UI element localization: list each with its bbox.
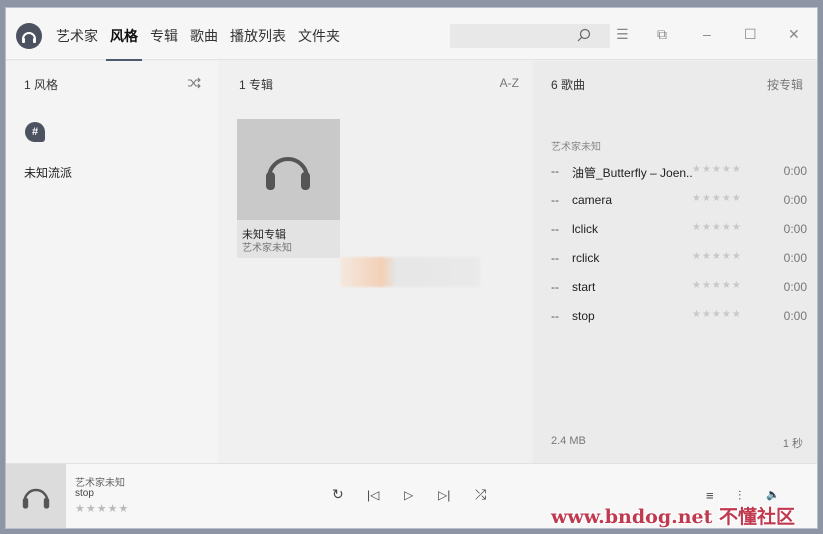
- total-size: 2.4 MB: [551, 435, 586, 447]
- tab-genres[interactable]: 风格: [106, 26, 142, 61]
- song-row[interactable]: -- lclick ★★★★★ 0:00: [551, 216, 807, 245]
- next-button[interactable]: ▷|: [438, 488, 450, 502]
- queue-icon[interactable]: ≡: [706, 488, 714, 503]
- song-title: stop: [572, 309, 595, 323]
- rating-stars[interactable]: ★★★★★: [692, 251, 742, 262]
- snap-icon[interactable]: ⧉: [657, 26, 667, 43]
- tab-folders[interactable]: 文件夹: [298, 26, 340, 54]
- rating-stars[interactable]: ★★★★★: [692, 193, 742, 204]
- rating-stars[interactable]: ★★★★★: [692, 280, 742, 291]
- rating-stars[interactable]: ★★★★★: [692, 164, 742, 175]
- group-by-button[interactable]: 按专辑: [767, 76, 803, 93]
- headphones-icon: [22, 488, 50, 509]
- song-duration: 0:00: [783, 193, 807, 207]
- close-button[interactable]: ✕: [788, 26, 800, 43]
- song-row[interactable]: -- 油管_Butterfly – Joen... ★★★★★ 0:00: [551, 158, 807, 187]
- track-number: --: [551, 222, 559, 236]
- shuffle-icon[interactable]: [187, 77, 201, 89]
- tab-songs[interactable]: 歌曲: [190, 26, 218, 54]
- app-logo-icon: [16, 23, 42, 49]
- song-title: 油管_Butterfly – Joen...: [572, 166, 692, 180]
- album-artist: 艺术家未知: [242, 243, 292, 254]
- genre-badge-icon: #: [25, 122, 45, 142]
- songs-header: 6 歌曲: [551, 78, 586, 92]
- now-playing-art[interactable]: [6, 464, 66, 528]
- song-list: -- 油管_Butterfly – Joen... ★★★★★ 0:00 -- …: [551, 158, 807, 332]
- nav-tabs: 艺术家 风格 专辑 歌曲 播放列表 文件夹: [56, 26, 352, 61]
- previous-button[interactable]: |◁: [367, 488, 379, 502]
- rating-stars[interactable]: ★★★★★: [692, 222, 742, 233]
- app-window: 艺术家 风格 专辑 歌曲 播放列表 文件夹 ☰ ⧉ – ☐ ✕ 1 风格 # 未…: [5, 7, 818, 529]
- rating-stars[interactable]: ★★★★★: [692, 309, 742, 320]
- album-art: [237, 119, 340, 220]
- song-title: camera: [572, 193, 613, 207]
- now-playing-artist: 艺术家未知: [75, 478, 125, 489]
- song-title: lclick: [572, 222, 598, 236]
- track-number: --: [551, 164, 559, 178]
- maximize-button[interactable]: ☐: [744, 26, 757, 43]
- genre-item[interactable]: 未知流派: [24, 164, 72, 181]
- minimize-button[interactable]: –: [703, 26, 711, 42]
- menu-icon[interactable]: ☰: [616, 26, 629, 43]
- player-bar: 艺术家未知 stop ★★★★★ ↻ |◁ ▷ ▷| ⤮ ≡ ⫶ 🔈 www.b…: [6, 463, 817, 528]
- songs-panel: 6 歌曲 按专辑 艺术家未知 -- 油管_Butterfly – Joen...…: [533, 61, 817, 463]
- albums-header: 1 专辑: [239, 78, 274, 92]
- sort-button[interactable]: A-Z: [500, 76, 519, 90]
- song-row[interactable]: -- start ★★★★★ 0:00: [551, 274, 807, 303]
- song-duration: 0:00: [783, 309, 807, 323]
- headphones-icon: [266, 157, 310, 190]
- track-number: --: [551, 193, 559, 207]
- song-duration: 0:00: [783, 164, 807, 178]
- song-duration: 0:00: [783, 280, 807, 294]
- song-duration: 0:00: [783, 222, 807, 236]
- song-title: rclick: [572, 251, 600, 265]
- album-card[interactable]: 未知专辑 艺术家未知: [237, 119, 340, 258]
- song-row[interactable]: -- rclick ★★★★★ 0:00: [551, 245, 807, 274]
- search-icon[interactable]: [577, 28, 591, 42]
- repeat-icon[interactable]: ↻: [332, 486, 344, 503]
- tab-playlists[interactable]: 播放列表: [230, 26, 286, 54]
- now-playing-rating[interactable]: ★★★★★: [75, 502, 129, 515]
- genres-panel: 1 风格 # 未知流派: [6, 61, 218, 463]
- tab-albums[interactable]: 专辑: [150, 26, 178, 54]
- song-duration: 0:00: [783, 251, 807, 265]
- volume-icon[interactable]: 🔈: [766, 488, 780, 501]
- blurred-tooltip: [340, 257, 480, 287]
- now-playing-title: stop: [75, 488, 94, 499]
- play-button[interactable]: ▷: [404, 488, 413, 502]
- total-duration: 1 秒: [782, 438, 803, 450]
- song-title: start: [572, 280, 596, 294]
- track-number: --: [551, 251, 559, 265]
- albums-panel: 1 专辑 A-Z 未知专辑 艺术家未知: [218, 61, 533, 463]
- top-bar: 艺术家 风格 专辑 歌曲 播放列表 文件夹 ☰ ⧉ – ☐ ✕: [6, 8, 817, 61]
- track-number: --: [551, 309, 559, 323]
- watermark: www.bndog.net 不懂社区: [551, 506, 796, 528]
- tab-artists[interactable]: 艺术家: [56, 26, 98, 54]
- genres-header: 1 风格: [24, 78, 59, 92]
- song-row[interactable]: -- stop ★★★★★ 0:00: [551, 303, 807, 332]
- shuffle-icon[interactable]: ⤮: [475, 486, 486, 503]
- track-number: --: [551, 280, 559, 294]
- artist-group-label: 艺术家未知: [551, 142, 601, 153]
- song-row[interactable]: -- camera ★★★★★ 0:00: [551, 187, 807, 216]
